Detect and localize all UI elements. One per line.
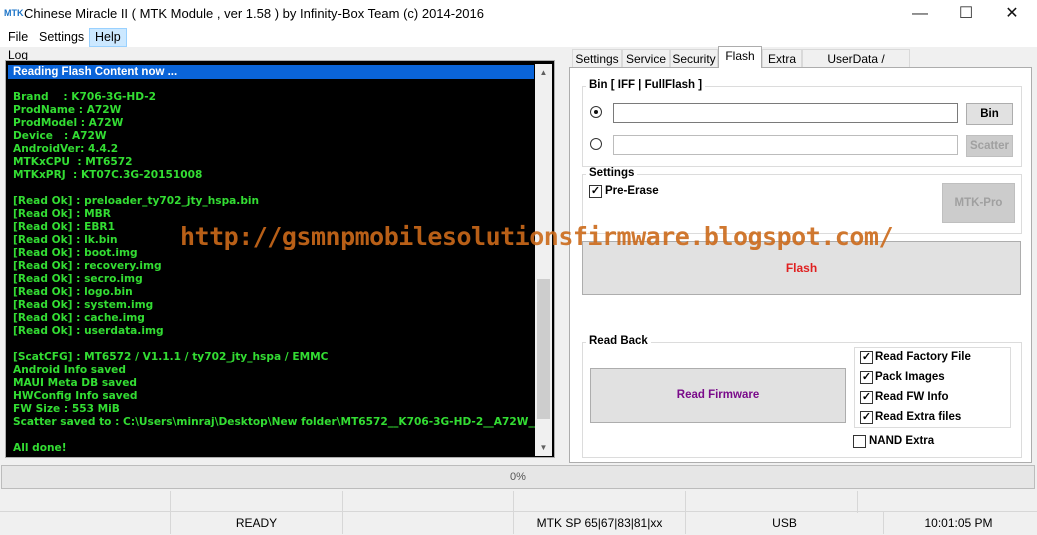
log-line: [Read Ok] : MBR [13,208,111,220]
mtk-pro-button[interactable]: MTK-Pro [942,183,1015,223]
status-time: 10:01:05 PM [883,512,1033,534]
status-chip: MTK SP 65|67|83|81|xx [513,512,685,534]
nand-extra-checkbox[interactable] [853,435,866,448]
title-bar: MTK Chinese Miracle II ( MTK Module , ve… [0,0,1037,28]
scatter-radio[interactable] [590,138,602,150]
log-line: [Read Ok] : cache.img [13,312,145,324]
status-strip-cell [342,491,513,513]
log-line: ProdName : A72W [13,104,122,116]
nand-extra-label: NAND Extra [869,435,935,447]
status-port: USB [685,512,883,534]
log-line: MTKxCPU : MT6572 [13,156,133,168]
status-empty [342,512,513,534]
log-line: HWConfig Info saved [13,390,138,402]
tab-settings[interactable]: Settings [572,49,622,67]
bin-group-title: Bin [ IFF | FullFlash ] [586,79,706,91]
log-line: [Read Ok] : system.img [13,299,154,311]
scroll-thumb[interactable] [537,279,550,419]
status-strip-cell [513,491,685,513]
read-extra-files-label: Read Extra files [875,411,962,423]
log-scrollbar[interactable]: ▲ ▼ [535,64,552,456]
log-line: [Read Ok] : userdata.img [13,325,164,337]
readback-group-title: Read Back [586,335,651,347]
pack-images-checkbox[interactable]: ✓ [860,371,873,384]
progress-bar: 0% [1,465,1035,489]
log-line: AndroidVer: 4.4.2 [13,143,119,155]
status-strip-cell [170,491,342,513]
read-fw-info-checkbox[interactable]: ✓ [860,391,873,404]
status-strip [0,491,1037,513]
close-button[interactable]: ✕ [989,0,1035,28]
log-line: Android Info saved [13,364,126,376]
tab-flash[interactable]: Flash [718,46,762,68]
pre-erase-label: Pre-Erase [605,185,659,197]
read-factory-file-label: Read Factory File [875,351,971,363]
log-line: MTKxPRJ : KT07C.3G-20151008 [13,169,203,181]
log-text-area[interactable]: Brand : K706-3G-HD-2 ProdName : A72W ProdM… [13,78,535,456]
bin-path-input[interactable] [613,103,958,123]
read-extra-files-checkbox[interactable]: ✓ [860,411,873,424]
log-line: FW Size : 553 MiB [13,403,120,415]
menu-help[interactable]: Help [89,28,127,47]
log-line: Device : A72W [13,130,107,142]
scatter-path-input[interactable] [613,135,958,155]
scroll-down-icon[interactable]: ▼ [535,439,552,456]
watermark-url: http://gsmnpmobilesolutionsfirmware.blog… [180,222,894,251]
read-firmware-button[interactable]: Read Firmware [590,368,846,423]
progress-label: 0% [510,471,526,483]
log-line: [Read Ok] : secro.img [13,273,143,285]
bin-radio-dot [594,110,598,114]
tab-userdata-forensic[interactable]: UserData / Forensic [802,49,910,84]
tab-service[interactable]: Service [622,49,670,67]
scatter-button[interactable]: Scatter [966,135,1013,157]
pack-images-label: Pack Images [875,371,945,383]
log-line: [ScatCFG] : MT6572 / V1.1.1 / ty702_jty_… [13,351,329,363]
status-state: READY [170,512,342,534]
log-line: [Read Ok] : logo.bin [13,286,133,298]
status-strip-cell [685,491,857,513]
status-strip-cell [857,491,1037,513]
log-header: Reading Flash Content now ... [8,65,534,79]
scroll-up-icon[interactable]: ▲ [535,64,552,81]
menu-settings[interactable]: Settings [34,28,89,47]
status-bar: READY MTK SP 65|67|83|81|xx USB 10:01:05… [0,511,1037,535]
menu-bar: File Settings Help [0,28,1037,47]
minimize-button[interactable]: — [897,0,943,28]
log-line: MAUI Meta DB saved [13,377,137,389]
bin-button[interactable]: Bin [966,103,1013,125]
app-logo-icon: MTK [4,8,24,18]
maximize-button[interactable]: ☐ [943,0,989,28]
log-line: [Read Ok] : preloader_ty702_jty_hspa.bin [13,195,260,207]
log-line: Brand : K706-3G-HD-2 [13,91,157,103]
window-title: Chinese Miracle II ( MTK Module , ver 1.… [24,6,485,21]
log-line: All done! [13,442,67,454]
menu-file[interactable]: File [3,28,33,47]
log-line: [Read Ok] : recovery.img [13,260,162,272]
read-factory-file-checkbox[interactable]: ✓ [860,351,873,364]
log-line: ProdModel : A72W [13,117,124,129]
bin-radio[interactable] [590,106,602,118]
tab-security[interactable]: Security [670,49,718,67]
pre-erase-checkbox[interactable]: ✓ [589,185,602,198]
log-line: Scatter saved to : C:\Users\minraj\Deskt… [13,416,535,428]
settings-group-title: Settings [586,167,638,179]
tab-extra[interactable]: Extra [762,49,802,67]
read-fw-info-label: Read FW Info [875,391,949,403]
